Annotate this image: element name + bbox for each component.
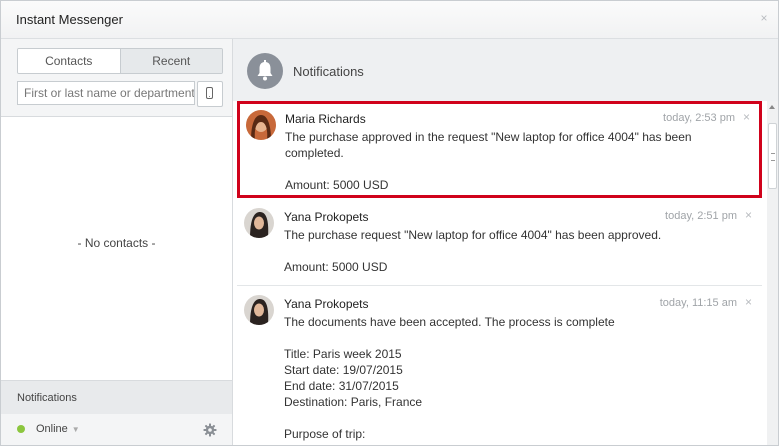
notification-line: Amount: 5000 USD xyxy=(285,178,389,192)
gear-icon[interactable] xyxy=(203,423,217,437)
chevron-down-icon: ▼ xyxy=(71,425,80,434)
tab-contacts[interactable]: Contacts xyxy=(18,49,120,73)
notification-line: End date: 31/07/2015 xyxy=(284,379,399,393)
avatar xyxy=(244,295,274,325)
dismiss-notification-icon[interactable]: × xyxy=(743,110,750,124)
sender-name: Maria Richards xyxy=(285,112,366,126)
avatar xyxy=(244,208,274,238)
notifications-section[interactable]: Notifications xyxy=(1,380,232,414)
mobile-phone-icon xyxy=(206,87,213,99)
online-status-dot-icon xyxy=(17,425,25,433)
notification-time: today, 2:51 pm xyxy=(665,210,737,222)
window-close-icon[interactable]: × xyxy=(758,12,770,24)
notifications-list[interactable]: Maria Richards today, 2:53 pm × The purc… xyxy=(233,101,778,445)
grip-icon xyxy=(771,153,775,161)
notification-item[interactable]: Yana Prokopets today, 2:51 pm × The purc… xyxy=(237,200,762,286)
messenger-window: Instant Messenger × Contacts Recent - No… xyxy=(0,0,779,446)
bell-icon xyxy=(247,53,283,89)
notification-line: Title: Paris week 2015 xyxy=(284,347,402,361)
notification-line: Destination: Paris, France xyxy=(284,395,423,409)
contact-search-input[interactable] xyxy=(17,81,195,105)
tab-recent[interactable]: Recent xyxy=(119,49,222,73)
window-title: Instant Messenger xyxy=(16,12,123,27)
contacts-list: - No contacts - xyxy=(1,116,232,380)
sender-name: Yana Prokopets xyxy=(284,297,369,311)
notification-item[interactable]: Maria Richards today, 2:53 pm × The purc… xyxy=(237,101,762,198)
notifications-label: Notifications xyxy=(17,392,77,404)
notification-body: The purchase approved in the request "Ne… xyxy=(285,129,715,193)
notification-body: The documents have been accepted. The pr… xyxy=(284,314,714,442)
scrollbar-thumb[interactable] xyxy=(768,123,777,189)
dismiss-notification-icon[interactable]: × xyxy=(745,208,752,222)
sender-name: Yana Prokopets xyxy=(284,210,369,224)
scroll-up-arrow-icon[interactable] xyxy=(769,105,775,109)
status-bar: Online ▼ xyxy=(1,414,232,445)
notification-line: The purchase request "New laptop for off… xyxy=(284,228,662,242)
status-selector[interactable]: Online ▼ xyxy=(36,423,80,435)
avatar xyxy=(246,110,276,140)
contact-tabs: Contacts Recent xyxy=(17,48,223,74)
notification-line: Amount: 5000 USD xyxy=(284,260,388,274)
status-label: Online xyxy=(36,423,68,435)
notification-line: The documents have been accepted. The pr… xyxy=(284,315,615,329)
notification-line: The purchase approved in the request "Ne… xyxy=(285,130,692,160)
notification-item[interactable]: Yana Prokopets today, 11:15 am × The doc… xyxy=(237,287,762,445)
dismiss-notification-icon[interactable]: × xyxy=(745,295,752,309)
left-panel: Contacts Recent - No contacts - Notifica… xyxy=(1,39,233,445)
notifications-title: Notifications xyxy=(293,64,364,79)
notifications-panel: Notifications Maria Richards today, 2:53… xyxy=(233,39,778,445)
notification-time: today, 2:53 pm xyxy=(663,112,735,124)
notifications-scrollbar[interactable] xyxy=(767,101,778,445)
notification-time: today, 11:15 am xyxy=(659,297,737,309)
phone-button[interactable] xyxy=(197,81,223,107)
no-contacts-message: - No contacts - xyxy=(77,236,156,250)
notification-body: The purchase request "New laptop for off… xyxy=(284,227,714,275)
notification-line: Purpose of trip: xyxy=(284,427,366,441)
notification-line: Start date: 19/07/2015 xyxy=(284,363,403,377)
title-bar: Instant Messenger × xyxy=(1,1,778,39)
notifications-header: Notifications xyxy=(233,39,778,101)
